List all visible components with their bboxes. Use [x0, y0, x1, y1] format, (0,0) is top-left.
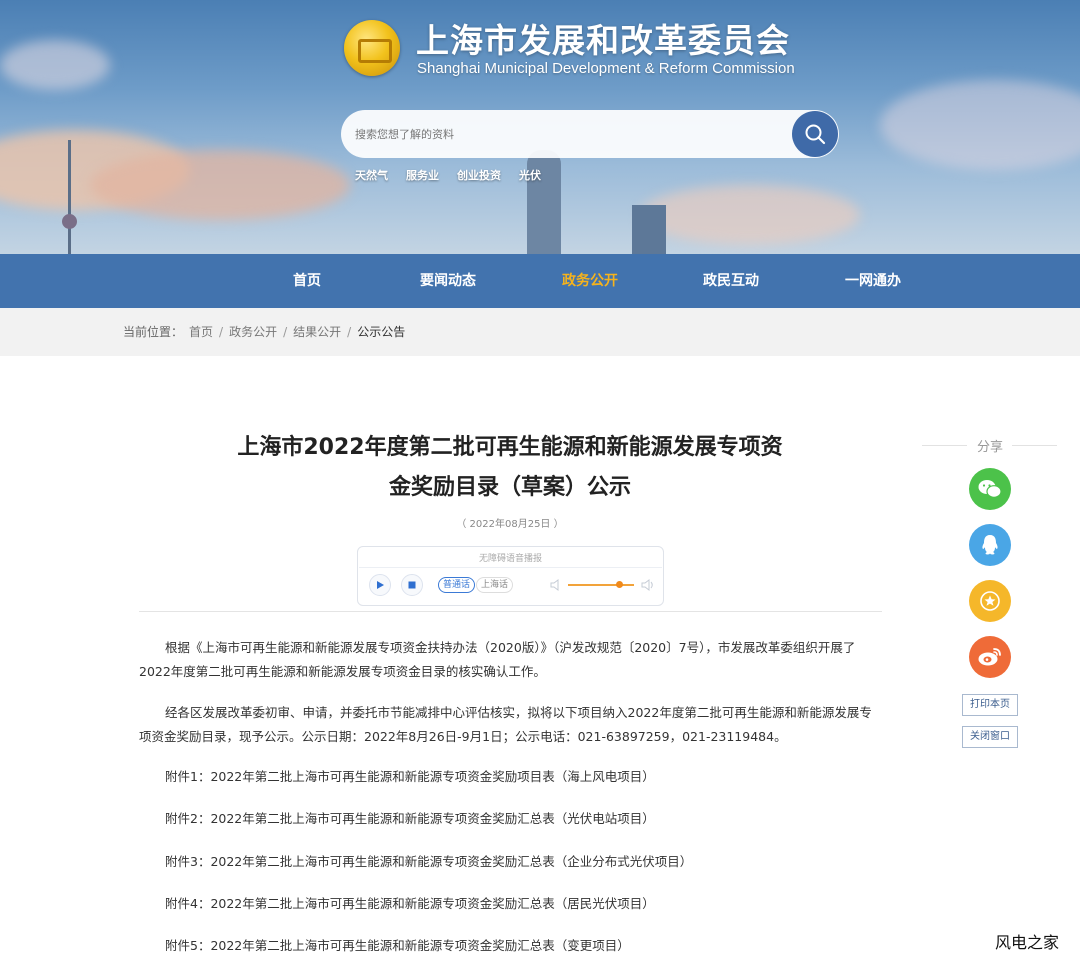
- nav-item-interaction[interactable]: 政民互动: [671, 254, 791, 308]
- breadcrumb-separator: /: [283, 325, 288, 339]
- audio-player: 无障碍语音播报 普通话 上海话: [357, 546, 664, 606]
- close-window-button[interactable]: 关闭窗口: [962, 726, 1018, 748]
- banner-cloud: [0, 40, 110, 90]
- share-weibo-button[interactable]: [969, 636, 1011, 678]
- hot-word-link[interactable]: 天然气: [355, 167, 388, 183]
- search-box: [341, 110, 839, 158]
- article-title: 上海市2022年度第二批可再生能源和新能源发展专项资 金奖励目录（草案）公示: [150, 428, 870, 508]
- attachment-link[interactable]: 附件3：2022年第二批上海市可再生能源和新能源专项资金奖励汇总表（企业分布式光…: [165, 852, 692, 872]
- breadcrumb-bar: 当前位置： 首页 / 政务公开 / 结果公开 / 公示公告: [0, 308, 1080, 356]
- content-divider: [139, 611, 882, 612]
- star-icon: [980, 591, 1000, 611]
- banner-cloud: [880, 80, 1080, 170]
- breadcrumb-separator: /: [347, 325, 352, 339]
- lang-shanghainese-button[interactable]: 上海话: [476, 577, 514, 593]
- main-nav: 首页 要闻动态 政务公开 政民互动 一网通办: [0, 254, 1080, 308]
- article-title-line: 上海市2022年度第二批可再生能源和新能源发展专项资: [237, 435, 783, 460]
- article-paragraph: 经各区发展改革委初审、申请，并委托市节能减排中心评估核实，拟将以下项目纳入202…: [139, 705, 872, 744]
- wechat-icon: [978, 480, 1002, 498]
- nav-item-gov-affairs[interactable]: 政务公开: [530, 254, 650, 308]
- share-qq-button[interactable]: [969, 524, 1011, 566]
- share-label: 分享: [976, 440, 1003, 455]
- nav-item-home[interactable]: 首页: [247, 254, 367, 308]
- weibo-icon: [978, 648, 1001, 666]
- site-title[interactable]: 上海市发展和改革委员会: [416, 14, 790, 62]
- share-favorite-button[interactable]: [969, 580, 1011, 622]
- hot-word-link[interactable]: 光伏: [519, 167, 541, 183]
- search-input[interactable]: [355, 110, 775, 158]
- breadcrumb-separator: /: [219, 325, 224, 339]
- skyscraper-shanghai-tower: [527, 150, 561, 254]
- skyscraper-wfc: [632, 205, 666, 254]
- tv-tower-mast: [68, 140, 71, 254]
- play-icon: [377, 581, 384, 589]
- play-button[interactable]: [369, 574, 391, 596]
- attachment-link[interactable]: 附件2：2022年第二批上海市可再生能源和新能源专项资金奖励汇总表（光伏电站项目…: [165, 809, 655, 829]
- hot-words: 天然气 服务业 创业投资 光伏: [355, 167, 541, 183]
- attachment-link[interactable]: 附件5：2022年第二批上海市可再生能源和新能源专项资金奖励汇总表（变更项目）: [165, 936, 630, 956]
- tv-tower-sphere: [62, 214, 77, 229]
- breadcrumb-item-gov-affairs[interactable]: 政务公开: [229, 308, 277, 356]
- search-button[interactable]: [792, 111, 838, 157]
- breadcrumb-item-results[interactable]: 结果公开: [293, 308, 341, 356]
- volume-slider-handle[interactable]: [616, 581, 623, 588]
- qq-icon: [982, 535, 998, 555]
- lang-mandarin-button[interactable]: 普通话: [438, 577, 476, 593]
- source-watermark: 风电之家: [995, 933, 1060, 952]
- search-icon: [805, 124, 826, 145]
- header-banner: 上海市发展和改革委员会 Shanghai Municipal Developme…: [0, 0, 1080, 254]
- breadcrumb-prefix: 当前位置：: [123, 325, 184, 339]
- volume-high-icon[interactable]: [641, 579, 655, 591]
- attachment-link[interactable]: 附件1：2022年第二批上海市可再生能源和新能源专项资金奖励项目表（海上风电项目…: [165, 767, 655, 787]
- nav-item-one-stop[interactable]: 一网通办: [813, 254, 933, 308]
- volume-slider-track[interactable]: [568, 584, 634, 586]
- article-paragraph: 根据《上海市可再生能源和新能源发展专项资金扶持办法（2020版）》（沪发改规范〔…: [139, 640, 856, 679]
- attachment-link[interactable]: 附件4：2022年第二批上海市可再生能源和新能源专项资金奖励汇总表（居民光伏项目…: [165, 894, 655, 914]
- banner-cloud: [90, 150, 350, 220]
- article-date: （ 2022年08月25日 ）: [456, 519, 564, 530]
- share-wechat-button[interactable]: [969, 468, 1011, 510]
- breadcrumb-item-home[interactable]: 首页: [189, 308, 213, 356]
- logo-emblem-icon[interactable]: [344, 20, 400, 76]
- stop-icon: [408, 581, 416, 589]
- volume-low-icon[interactable]: [550, 579, 561, 591]
- nav-item-news[interactable]: 要闻动态: [388, 254, 508, 308]
- print-page-button[interactable]: 打印本页: [962, 694, 1018, 716]
- breadcrumb: 当前位置： 首页 / 政务公开 / 结果公开 / 公示公告: [123, 308, 405, 356]
- site-subtitle: Shanghai Municipal Development & Reform …: [417, 60, 795, 77]
- player-divider: [359, 567, 662, 568]
- breadcrumb-current[interactable]: 公示公告: [357, 308, 405, 356]
- banner-cloud: [640, 185, 860, 245]
- hot-word-link[interactable]: 服务业: [406, 167, 439, 183]
- player-caption: 无障碍语音播报: [478, 554, 542, 564]
- stop-button[interactable]: [401, 574, 423, 596]
- hot-word-link[interactable]: 创业投资: [457, 167, 501, 183]
- article-title-line: 金奖励目录（草案）公示: [388, 475, 631, 500]
